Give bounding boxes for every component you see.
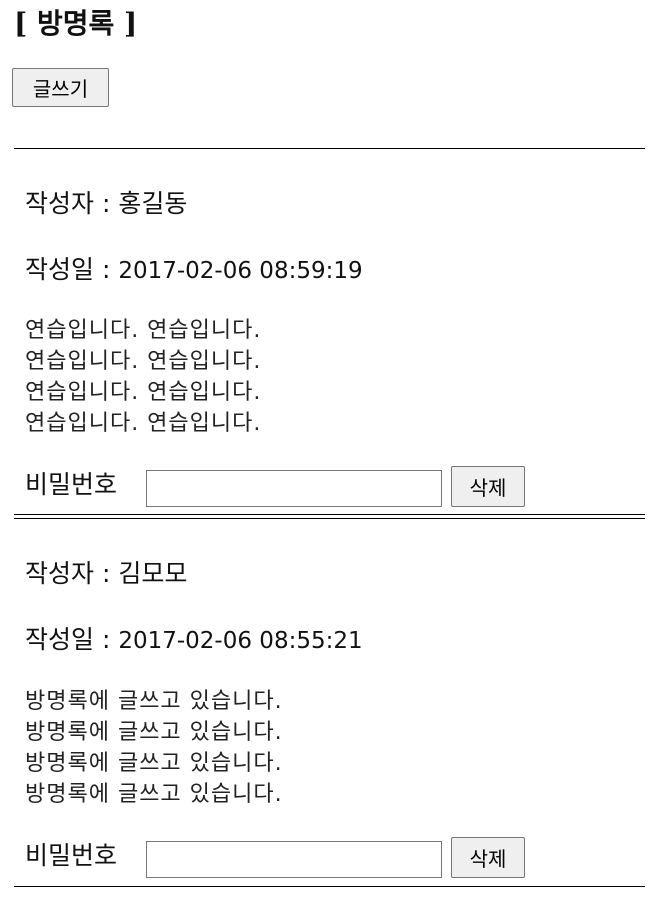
author-label: 작성자 : — [25, 559, 111, 588]
date-label: 작성일 : — [25, 625, 111, 654]
author-name: 홍길동 — [118, 189, 188, 218]
author-line: 작성자 : 김모모 — [25, 557, 187, 591]
entry-content: 방명록에 글쓰고 있습니다. 방명록에 글쓰고 있습니다. 방명록에 글쓰고 있… — [25, 689, 283, 807]
divider — [14, 886, 645, 887]
password-input[interactable] — [146, 470, 442, 507]
post-date: 2017-02-06 08:55:21 — [118, 628, 363, 654]
password-input[interactable] — [146, 841, 442, 878]
entry-content: 연습입니다. 연습입니다. 연습입니다. 연습입니다. 연습입니다. 연습입니다… — [25, 318, 262, 436]
write-button[interactable]: 글쓰기 — [12, 68, 109, 107]
delete-button[interactable]: 삭제 — [451, 466, 525, 507]
divider — [14, 148, 645, 149]
password-label: 비밀번호 — [25, 841, 118, 870]
author-name: 김모모 — [118, 559, 188, 588]
entry-divider — [14, 514, 645, 519]
date-line: 작성일 : 2017-02-06 08:55:21 — [25, 623, 363, 658]
author-label: 작성자 : — [25, 189, 111, 218]
date-line: 작성일 : 2017-02-06 08:59:19 — [25, 253, 363, 288]
post-date: 2017-02-06 08:59:19 — [118, 258, 363, 284]
date-label: 작성일 : — [25, 255, 111, 284]
password-label: 비밀번호 — [25, 470, 118, 499]
page-title: [ 방명록 ] — [14, 7, 138, 40]
guestbook-page: [ 방명록 ] 글쓰기 작성자 : 홍길동 작성일 : 2017-02-06 0… — [0, 0, 663, 901]
author-line: 작성자 : 홍길동 — [25, 187, 187, 221]
delete-button[interactable]: 삭제 — [451, 837, 525, 878]
